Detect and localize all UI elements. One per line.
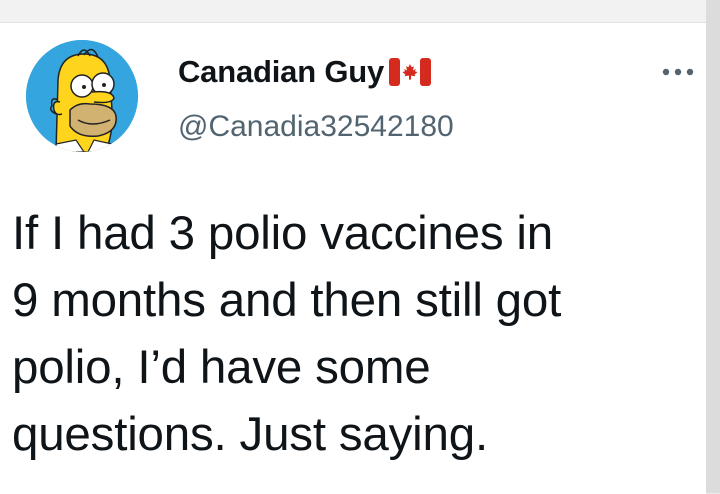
- more-options-icon[interactable]: [658, 61, 698, 83]
- tweet-card: Canadian Guy @Canadia32542180 If I had 3…: [0, 22, 706, 494]
- author-name-row[interactable]: Canadian Guy: [178, 54, 433, 90]
- author-avatar[interactable]: [26, 40, 138, 152]
- tweet-text: If I had 3 polio vaccines in 9 months an…: [12, 207, 562, 461]
- author-display-name[interactable]: Canadian Guy: [178, 54, 384, 90]
- top-background-strip: [0, 0, 720, 22]
- homer-simpson-avatar-icon: [26, 40, 138, 152]
- right-background-strip: [706, 0, 720, 493]
- author-handle[interactable]: @Canadia32542180: [178, 110, 454, 144]
- canada-flag-icon: [389, 58, 432, 86]
